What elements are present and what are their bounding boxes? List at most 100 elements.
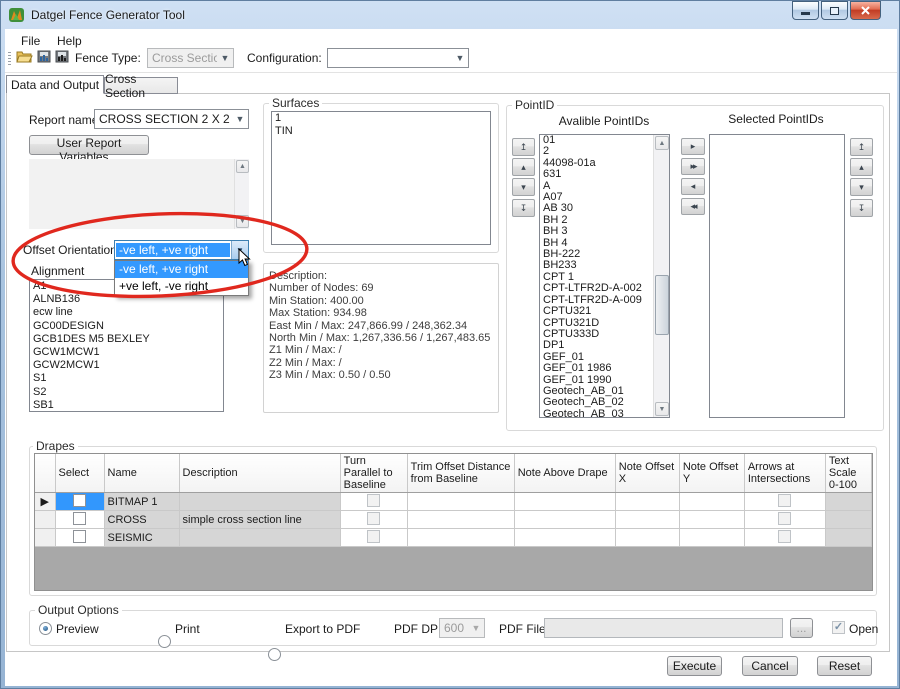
row-selector-cell[interactable] [35, 511, 55, 529]
pdf-dpi-combo[interactable]: 600 ▼ [439, 618, 485, 638]
open-checkbox[interactable]: ✓ [832, 621, 845, 634]
scroll-up-icon[interactable]: ▲ [655, 136, 669, 150]
note-offset-y-cell[interactable] [679, 511, 744, 529]
drapes-column-header[interactable]: Arrows at Intersections [744, 454, 825, 493]
row-selector-header[interactable] [35, 454, 55, 493]
export-to-pdf-radio[interactable] [268, 648, 281, 661]
available-move-to-bottom-button[interactable]: ↧ [512, 199, 535, 217]
description-cell[interactable] [179, 529, 340, 547]
drapes-column-header[interactable]: Note Offset X [615, 454, 679, 493]
scroll-down-icon[interactable]: ▼ [236, 215, 249, 228]
text-scale-cell[interactable] [825, 511, 871, 529]
available-move-to-top-button[interactable]: ↥ [512, 138, 535, 156]
checkbox[interactable] [367, 494, 380, 507]
save-as-icon[interactable] [55, 48, 69, 64]
description-cell[interactable] [179, 493, 340, 511]
pdf-file-input[interactable] [544, 618, 783, 638]
available-pointids-list[interactable]: 01244098-01a631AA07AB 30BH 2BH 3BH 4BH-2… [539, 134, 670, 418]
list-item[interactable]: 1 [272, 112, 490, 125]
scroll-up-icon[interactable]: ▲ [236, 160, 249, 173]
list-item[interactable]: GC00DESIGN [30, 320, 223, 333]
drapes-column-header[interactable]: Note Above Drape [514, 454, 615, 493]
checkbox[interactable] [778, 512, 791, 525]
note-above-cell[interactable] [514, 511, 615, 529]
trim-offset-cell[interactable] [407, 511, 514, 529]
checkbox[interactable] [73, 530, 86, 543]
note-offset-y-cell[interactable] [679, 493, 744, 511]
list-item[interactable]: S1 [30, 372, 223, 385]
checkbox[interactable] [73, 512, 86, 525]
selected-move-down-button[interactable]: ▾ [850, 178, 873, 196]
select-cell[interactable] [55, 493, 104, 511]
list-item[interactable]: CPT-LTFR2D-A-002 [540, 283, 669, 294]
tab-data-and-output[interactable]: Data and Output [6, 75, 104, 94]
toolbar-grip[interactable] [8, 51, 11, 67]
arrows-cell[interactable] [744, 529, 825, 547]
note-offset-x-cell[interactable] [615, 511, 679, 529]
drapes-column-header[interactable]: Note Offset Y [679, 454, 744, 493]
trim-offset-cell[interactable] [407, 493, 514, 511]
close-button[interactable] [850, 1, 881, 20]
scrollbar-thumb[interactable] [655, 275, 669, 335]
tab-cross-section[interactable]: Cross Section [104, 77, 178, 94]
checkbox[interactable] [367, 512, 380, 525]
list-item[interactable]: DP1 [540, 340, 669, 351]
select-cell[interactable] [55, 529, 104, 547]
selected-pointids-list[interactable] [709, 134, 845, 418]
turn-parallel-cell[interactable] [340, 529, 407, 547]
drapes-column-header[interactable]: Select [55, 454, 104, 493]
offset-orientation-combo[interactable]: -ve left, +ve right ▼ [114, 240, 249, 260]
list-item[interactable]: GEF_01 1986 [540, 363, 669, 374]
preview-radio[interactable] [39, 622, 52, 635]
current-row-indicator[interactable]: ▶ [35, 493, 55, 511]
execute-button[interactable]: Execute [667, 656, 722, 676]
checkbox[interactable] [778, 530, 791, 543]
drapes-grid[interactable]: SelectNameDescriptionTurn Parallel to Ba… [34, 453, 873, 591]
note-above-cell[interactable] [514, 493, 615, 511]
checkbox[interactable] [778, 494, 791, 507]
list-item[interactable]: S2 [30, 386, 223, 399]
list-item[interactable]: GCW2MCW1 [30, 359, 223, 372]
checkbox[interactable] [73, 494, 86, 507]
available-list-scrollbar[interactable]: ▲ ▼ [653, 135, 669, 417]
text-scale-cell[interactable] [825, 529, 871, 547]
note-offset-x-cell[interactable] [615, 529, 679, 547]
description-cell[interactable]: simple cross section line [179, 511, 340, 529]
select-cell[interactable] [55, 511, 104, 529]
user-report-variables-button[interactable]: User Report Variables... [29, 135, 149, 155]
report-variables-textarea[interactable]: ▲ ▼ [29, 159, 249, 229]
configuration-combo[interactable]: ▼ [327, 48, 469, 68]
drapes-column-header[interactable]: Description [179, 454, 340, 493]
dropdown-option[interactable]: -ve left, +ve right [115, 261, 248, 278]
note-offset-x-cell[interactable] [615, 493, 679, 511]
print-radio[interactable] [158, 635, 171, 648]
cancel-button[interactable]: Cancel [742, 656, 798, 676]
selected-move-to-top-button[interactable]: ↥ [850, 138, 873, 156]
list-item[interactable]: 631 [540, 169, 669, 180]
selected-move-to-bottom-button[interactable]: ↧ [850, 199, 873, 217]
turn-parallel-cell[interactable] [340, 511, 407, 529]
move-all-right-button[interactable]: ▸▸ [681, 158, 705, 175]
turn-parallel-cell[interactable] [340, 493, 407, 511]
list-item[interactable]: ecw line [30, 306, 223, 319]
trim-offset-cell[interactable] [407, 529, 514, 547]
save-icon[interactable] [37, 48, 51, 64]
name-cell[interactable]: SEISMIC [104, 529, 179, 547]
list-item[interactable]: GCB1DES M5 BEXLEY [30, 333, 223, 346]
text-scale-cell[interactable] [825, 493, 871, 511]
list-item[interactable]: BH 3 [540, 226, 669, 237]
selected-move-up-button[interactable]: ▴ [850, 158, 873, 176]
available-move-up-button[interactable]: ▴ [512, 158, 535, 176]
list-item[interactable]: TIN [272, 125, 490, 138]
name-cell[interactable]: CROSS [104, 511, 179, 529]
open-configuration-icon[interactable] [16, 48, 33, 64]
move-left-button[interactable]: ◂ [681, 178, 705, 195]
chevron-down-icon[interactable]: ▼ [231, 241, 248, 259]
move-right-button[interactable]: ▸ [681, 138, 705, 155]
available-move-down-button[interactable]: ▾ [512, 178, 535, 196]
list-item[interactable]: GCW1MCW1 [30, 346, 223, 359]
dropdown-option[interactable]: +ve left, -ve right [115, 278, 248, 295]
surfaces-list[interactable]: 1TIN [271, 111, 491, 245]
checkbox[interactable] [367, 530, 380, 543]
scroll-down-icon[interactable]: ▼ [655, 402, 669, 416]
